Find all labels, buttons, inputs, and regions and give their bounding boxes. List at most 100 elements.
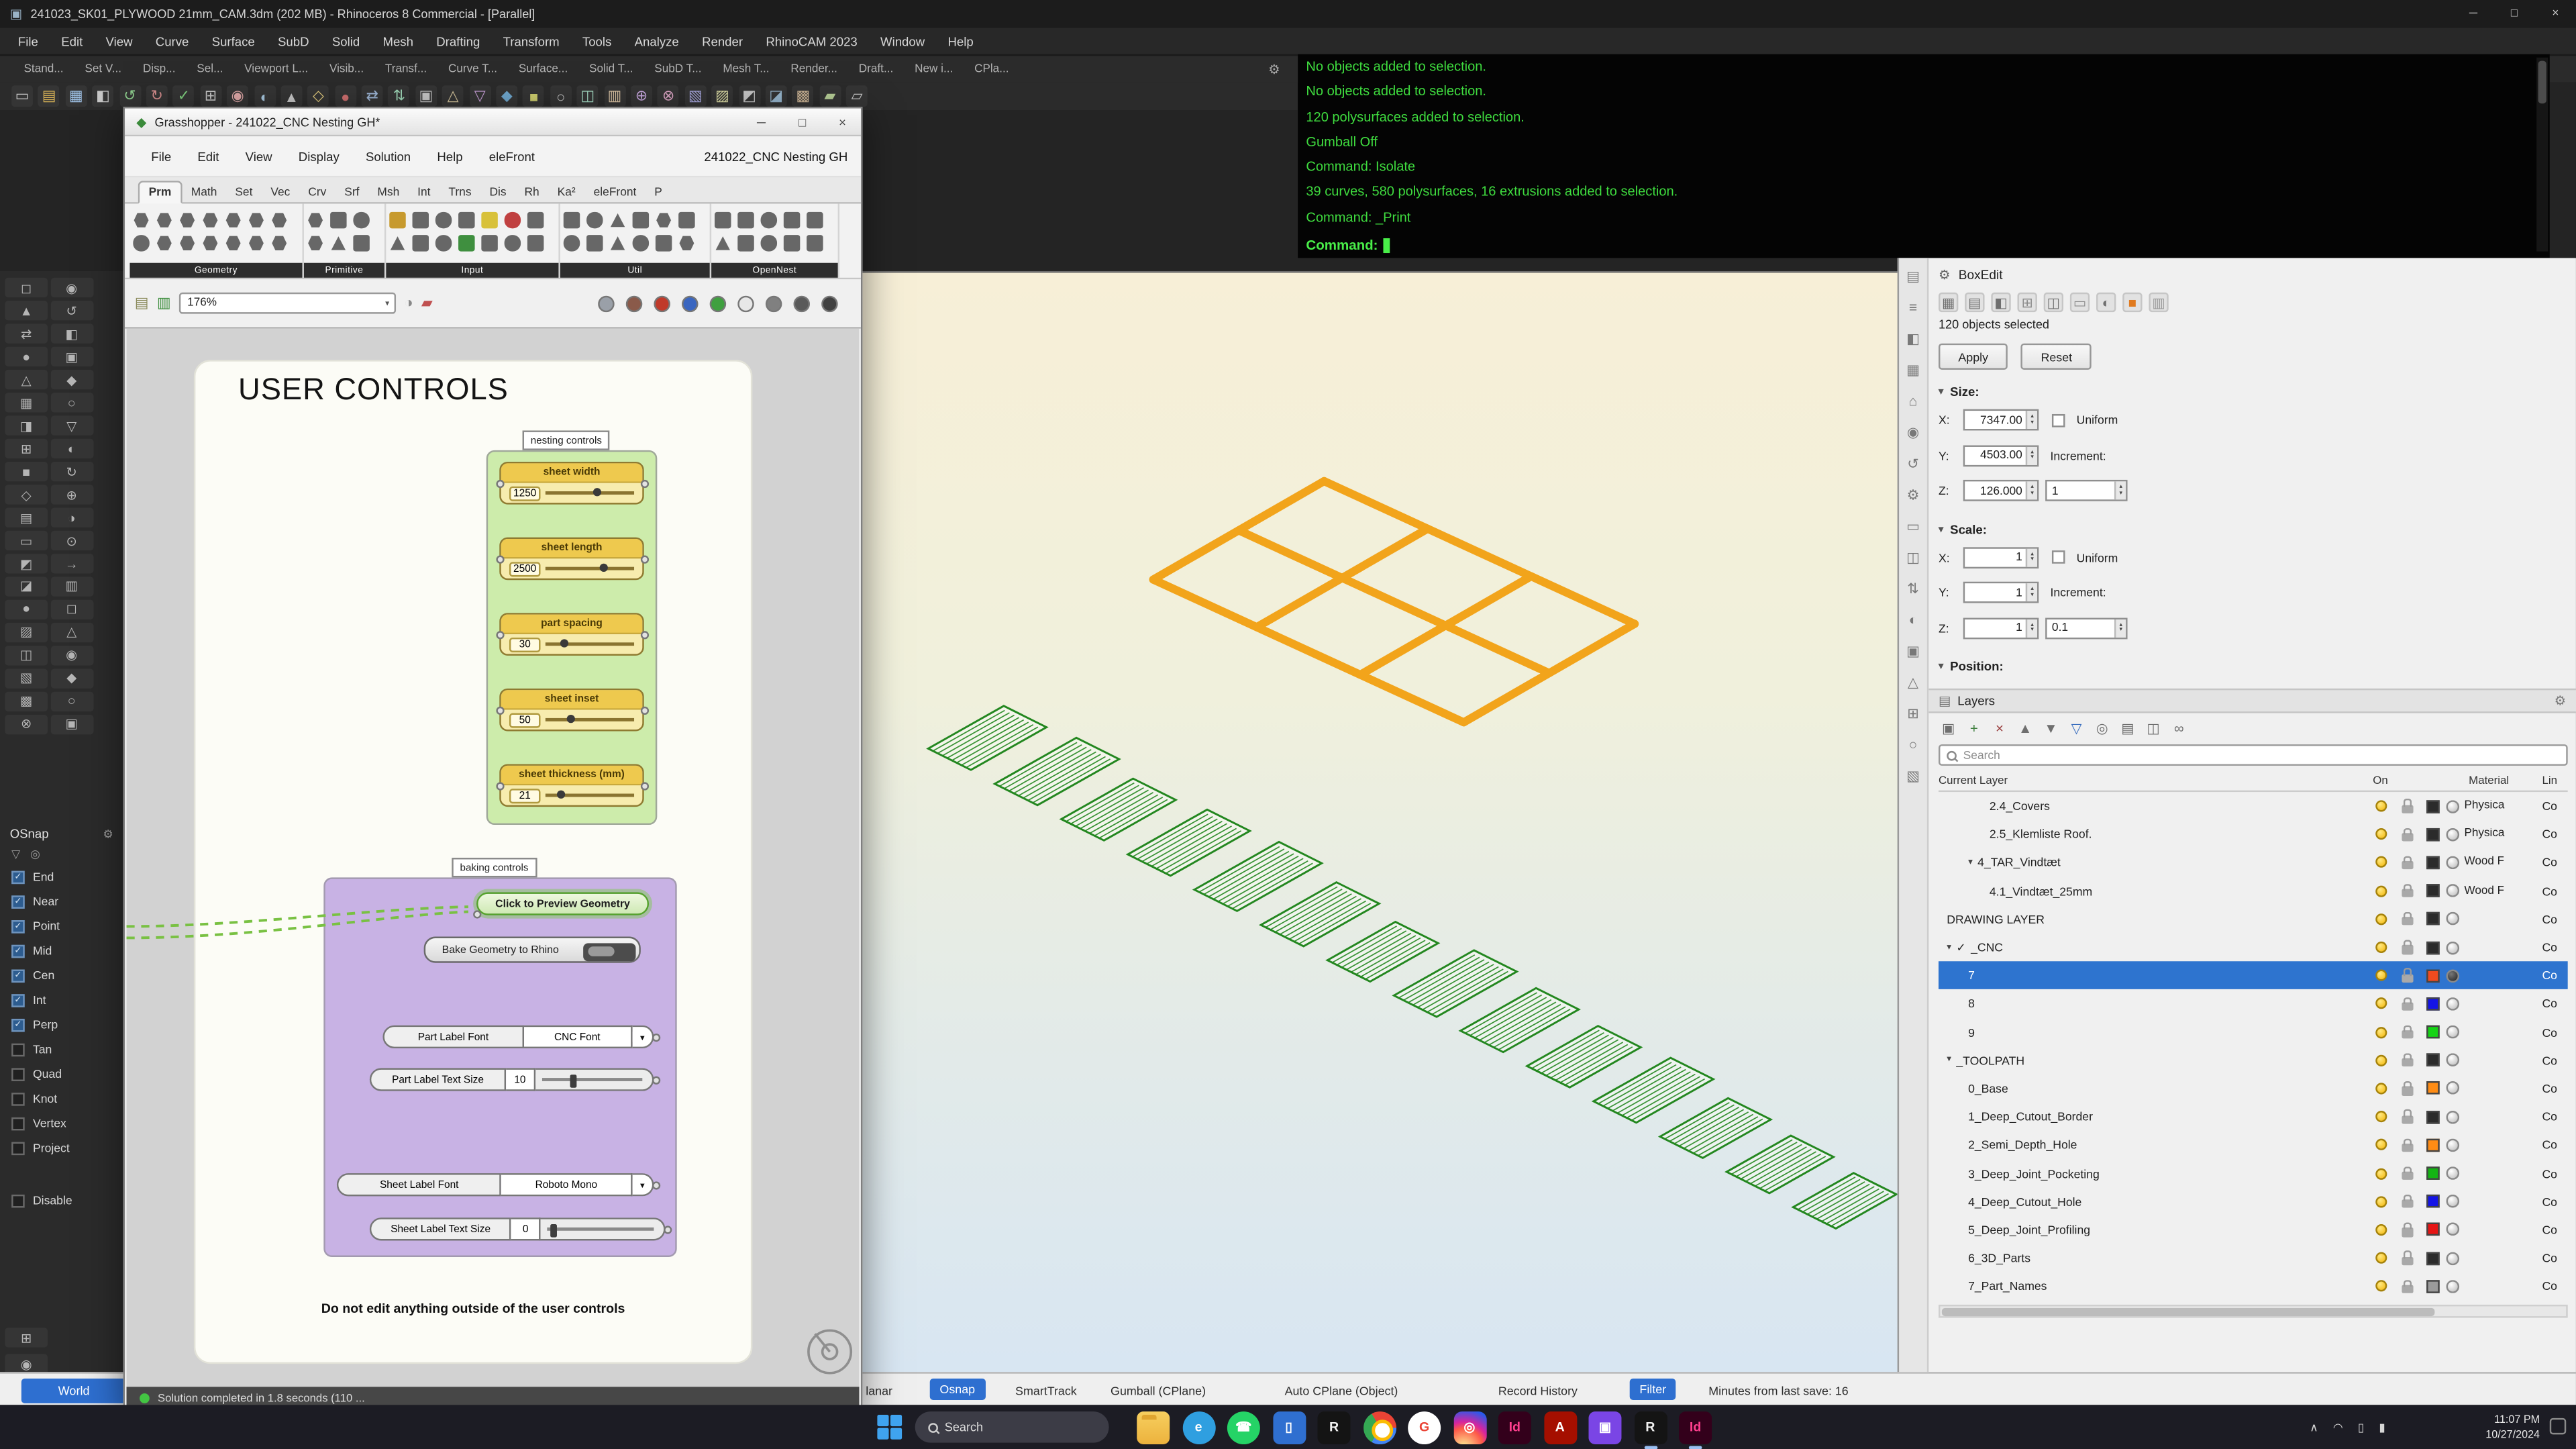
sidebar-tool-icon-10[interactable]: ◆ <box>50 370 93 390</box>
material-sphere-icon[interactable] <box>2446 1280 2460 1293</box>
toolbar-icon-22[interactable]: ◫ <box>577 85 599 107</box>
palette-component-icon[interactable] <box>459 212 474 228</box>
layers-tool-icon-4[interactable]: ▲ <box>2016 718 2035 738</box>
osnap-checkbox-int[interactable]: ✓ <box>11 993 25 1007</box>
layer-color-swatch[interactable] <box>2426 828 2440 841</box>
palette-component-icon[interactable] <box>354 236 369 251</box>
osnap-checkbox-perp[interactable]: ✓ <box>11 1018 25 1032</box>
command-panel[interactable]: No objects added to selection.No objects… <box>1298 54 2550 258</box>
boxedit-input-scale-y[interactable]: 1▴▾ <box>1963 582 2039 603</box>
gh-display-icon-5[interactable] <box>710 295 726 311</box>
slider-handle[interactable] <box>558 791 566 799</box>
slider-handle[interactable] <box>551 1223 558 1238</box>
sidebar-tool-icon-11[interactable]: ▦ <box>5 393 48 413</box>
material-sphere-icon[interactable] <box>2446 799 2460 813</box>
toolbar-tab-subd-t[interactable]: SubD T... <box>643 63 712 74</box>
gear-icon[interactable]: ⚙ <box>1939 268 1951 283</box>
tray-expand-icon[interactable]: ∧ <box>2310 1421 2318 1434</box>
toolbar-icon-5[interactable]: ↺ <box>119 85 141 107</box>
layer-color-swatch[interactable] <box>2426 1166 2440 1180</box>
layers-tool-icon-10[interactable]: ∞ <box>2169 718 2189 738</box>
panel-tab-icon-17[interactable]: ▧ <box>1902 764 1924 787</box>
layer-on-bulb-icon[interactable] <box>2375 1083 2386 1094</box>
toolbar-tab-cpla[interactable]: CPla... <box>964 63 1019 74</box>
layer-row-7[interactable]: 7Co <box>1939 962 2568 990</box>
palette-component-icon[interactable] <box>738 236 754 251</box>
layer-row-9[interactable]: 9Co <box>1939 1018 2568 1046</box>
toolbar-icon-4[interactable]: ◧ <box>93 85 114 107</box>
sidebar-tool-icon-14[interactable]: ▽ <box>50 415 93 436</box>
boxedit-tool-icon-5[interactable]: ◫ <box>2044 292 2063 311</box>
layer-row-2-5-klemliste-roof[interactable]: 2.5_Klemliste Roof.PhysicaCo <box>1939 820 2568 848</box>
material-sphere-icon[interactable] <box>2446 1195 2460 1208</box>
layer-expand-icon[interactable]: ▾ <box>1947 1055 1951 1065</box>
osnap-item-vertex[interactable]: Vertex <box>0 1111 123 1136</box>
layer-on-bulb-icon[interactable] <box>2375 998 2386 1009</box>
toolbar-icon-21[interactable]: ○ <box>550 85 572 107</box>
layers-tool-icon-5[interactable]: ▼ <box>2041 718 2061 738</box>
palette-component-icon[interactable] <box>179 212 195 228</box>
sidebar-tool-icon-32[interactable]: △ <box>50 622 93 642</box>
increment-input[interactable]: 1▴▾ <box>2045 481 2127 502</box>
taskbar-icon-phone-link[interactable]: ▯ <box>1272 1411 1305 1444</box>
layer-lock-icon[interactable] <box>2401 917 2412 926</box>
cplane-world-button[interactable]: World <box>21 1378 127 1403</box>
uniform-checkbox[interactable] <box>2052 551 2065 564</box>
spinner[interactable]: ▴▾ <box>2026 584 2037 602</box>
start-button[interactable] <box>877 1415 902 1440</box>
layer-row-2-4-covers[interactable]: 2.4_CoversPhysicaCo <box>1939 792 2568 820</box>
panel-tab-icon-9[interactable]: ▭ <box>1902 514 1924 537</box>
panel-tab-icon-8[interactable]: ⚙ <box>1902 483 1924 506</box>
layer-on-bulb-icon[interactable] <box>2375 885 2386 897</box>
toolbar-icon-29[interactable]: ◪ <box>766 85 787 107</box>
layer-expand-icon[interactable]: ▾ <box>1947 942 1951 952</box>
preview-geometry-button[interactable]: Click to Preview Geometry <box>476 892 649 915</box>
palette-component-icon[interactable] <box>610 212 625 228</box>
status-toggle-minutes-from-last-save-16[interactable]: Minutes from last save: 16 <box>1708 1374 1849 1407</box>
boxedit-tool-icon-1[interactable]: ▦ <box>1939 292 1958 311</box>
palette-component-icon[interactable] <box>225 212 241 228</box>
toolbar-tab-render[interactable]: Render... <box>780 63 847 74</box>
menu-help[interactable]: Help <box>936 34 985 48</box>
panel-tab-icon-7[interactable]: ↺ <box>1902 452 1924 474</box>
material-sphere-icon[interactable] <box>2446 1026 2460 1039</box>
sidebar-tool-icon-20[interactable]: ⊕ <box>50 485 93 505</box>
palette-component-icon[interactable] <box>679 212 694 228</box>
panel-tab-icon-10[interactable]: ◫ <box>1902 546 1924 568</box>
dropdown-arrow-icon[interactable]: ▼ <box>633 1173 654 1196</box>
gear-icon[interactable]: ⚙ <box>2555 693 2567 708</box>
taskbar-icon-rhino[interactable]: R <box>1318 1411 1351 1444</box>
sidebar-tool-icon-21[interactable]: ▤ <box>5 507 48 528</box>
layers-horizontal-scrollbar[interactable] <box>1939 1305 2568 1319</box>
toolbar-tab-disp[interactable]: Disp... <box>132 63 186 74</box>
toolbar-icon-13[interactable]: ● <box>335 85 356 107</box>
sidebar-tool-icon-18[interactable]: ↻ <box>50 462 93 482</box>
layer-row-7-part-names[interactable]: 7_Part_NamesCo <box>1939 1272 2568 1300</box>
sidebar-tool-icon-29[interactable]: ● <box>5 599 48 619</box>
material-sphere-icon[interactable] <box>2446 1138 2460 1152</box>
palette-component-icon[interactable] <box>354 212 369 228</box>
gh-toolbar-icon-m2[interactable]: ▰ <box>421 294 433 312</box>
palette-component-icon[interactable] <box>587 236 603 251</box>
osnap-checkbox-cen[interactable]: ✓ <box>11 968 25 982</box>
toolbar-icon-9[interactable]: ◉ <box>227 85 248 107</box>
osnap-item-project[interactable]: Project <box>0 1136 123 1160</box>
layers-tool-icon-3[interactable]: × <box>1990 718 2009 738</box>
gh-tab-trns[interactable]: Trns <box>440 183 480 202</box>
palette-component-icon[interactable] <box>761 236 776 251</box>
slider-handle[interactable] <box>600 564 608 572</box>
layer-on-bulb-icon[interactable] <box>2375 1252 2386 1264</box>
gh-number-slider-sheet-inset[interactable]: sheet inset50 <box>499 689 643 732</box>
layer-color-swatch[interactable] <box>2426 1082 2440 1095</box>
layer-row-1-deep-cutout-border[interactable]: 1_Deep_Cutout_BorderCo <box>1939 1103 2568 1131</box>
toolbar-icon-19[interactable]: ◆ <box>496 85 517 107</box>
palette-component-icon[interactable] <box>505 212 520 228</box>
palette-component-icon[interactable] <box>564 236 579 251</box>
menu-transform[interactable]: Transform <box>491 34 570 48</box>
taskbar-icon-indesign[interactable]: Id <box>1498 1411 1531 1444</box>
sidebar-tool-icon-39[interactable]: ⊗ <box>5 714 48 734</box>
toolbar-icon-25[interactable]: ⊗ <box>658 85 679 107</box>
taskbar-icon-acrobat[interactable]: A <box>1543 1411 1576 1444</box>
toolbar-tab-transf[interactable]: Transf... <box>374 63 437 74</box>
status-toggle-filter[interactable]: Filter <box>1630 1379 1676 1400</box>
